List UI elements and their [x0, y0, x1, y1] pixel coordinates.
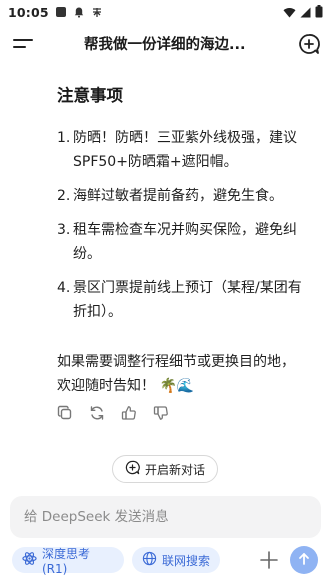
- message-actions: [56, 404, 170, 422]
- list-item: 4. 景区门票提前线上预订（某程/某团有折扣）。: [57, 276, 312, 324]
- battery-icon: [315, 3, 323, 22]
- web-search-label: 联网搜索: [162, 553, 211, 568]
- list-text: 景区门票提前线上预订（某程/某团有折扣）。: [73, 280, 302, 320]
- new-chat-plus-icon[interactable]: [297, 32, 321, 56]
- list-item: 3. 租车需检查车况并购买保险，避免纠纷。: [57, 218, 312, 266]
- globe-icon: [142, 551, 157, 569]
- conversation-title: 帮我做一份详细的海边...: [84, 37, 246, 53]
- arrow-up-icon: [297, 551, 311, 570]
- app-header: 帮我做一份详细的海边...: [0, 26, 331, 62]
- copy-icon[interactable]: [56, 404, 74, 422]
- closing-message: 如果需要调整行程细节或更换目的地，欢迎随时告知！ 🌴🌊: [57, 354, 295, 394]
- chat-plus-icon: [125, 460, 140, 478]
- list-number: 1.: [57, 130, 71, 146]
- status-right: [283, 3, 323, 22]
- attach-plus-icon[interactable]: [258, 549, 280, 571]
- list-item: 1. 防晒！防晒！三亚紫外线极强，建议SPF50+防晒霜+遮阳帽。: [57, 126, 312, 174]
- notification-bell-icon: [73, 6, 85, 18]
- list-number: 4.: [57, 280, 71, 296]
- list-number: 3.: [57, 222, 71, 238]
- list-number: 2.: [57, 188, 71, 204]
- list-text: 防晒！防晒！三亚紫外线极强，建议SPF50+防晒霜+遮阳帽。: [73, 130, 297, 170]
- message-input[interactable]: [22, 508, 309, 526]
- screen: 10:05 帮我做一份详细的海边... 注意事项 1. 防晒！防晒！三亚紫外线极…: [0, 0, 331, 588]
- status-time: 10:05: [8, 4, 49, 20]
- thumbs-up-icon[interactable]: [120, 404, 138, 422]
- web-search-toggle[interactable]: 联网搜索: [132, 547, 220, 573]
- deep-think-label: 深度思考 (R1): [42, 546, 91, 576]
- section-title: 注意事项: [57, 86, 123, 105]
- wifi-icon: [283, 3, 296, 22]
- list-text: 海鲜过敏者提前备药，避免生食。: [73, 188, 283, 204]
- thumbs-down-icon[interactable]: [152, 404, 170, 422]
- new-conversation-button[interactable]: 开启新对话: [112, 455, 218, 483]
- app-square-icon: [55, 6, 67, 18]
- misc-app-icon: [91, 6, 103, 18]
- signal-icon: [300, 3, 311, 22]
- status-left: 10:05: [8, 5, 103, 20]
- menu-icon[interactable]: [12, 34, 34, 54]
- message-input-box[interactable]: [10, 496, 321, 538]
- atom-icon: [22, 551, 37, 569]
- send-button[interactable]: [290, 546, 318, 574]
- list-item: 2. 海鲜过敏者提前备药，避免生食。: [57, 184, 312, 208]
- new-conversation-label: 开启新对话: [144, 462, 205, 477]
- status-bar: 10:05: [0, 0, 331, 24]
- deep-think-toggle[interactable]: 深度思考 (R1): [12, 546, 124, 576]
- list-text: 租车需检查车况并购买保险，避免纠纷。: [73, 222, 297, 262]
- notes-list: 1. 防晒！防晒！三亚紫外线极强，建议SPF50+防晒霜+遮阳帽。 2. 海鲜过…: [57, 126, 312, 334]
- regenerate-icon[interactable]: [88, 404, 106, 422]
- composer-toolbar: 深度思考 (R1) 联网搜索: [10, 546, 321, 576]
